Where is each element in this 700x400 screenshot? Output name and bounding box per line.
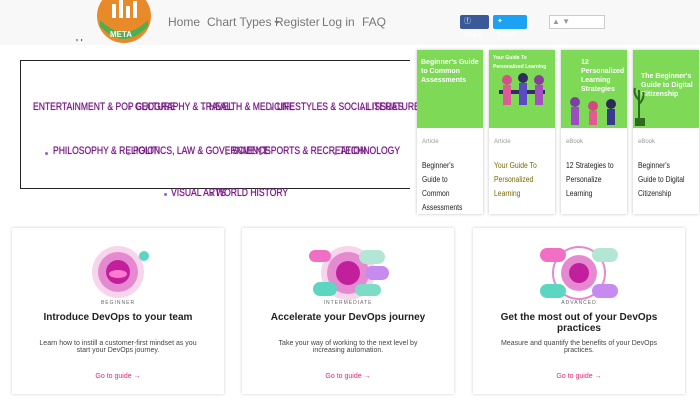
nav-home[interactable]: Home <box>168 15 200 29</box>
plant-illustration-icon <box>633 87 645 126</box>
thumbs-down-icon: ▼ <box>562 17 571 26</box>
people-illustration-icon <box>570 97 616 125</box>
category-link[interactable]: TECHNOLOGY <box>340 145 400 157</box>
separator-dot <box>225 152 228 155</box>
top-navbar: META Home Chart Types Register Log in FA… <box>0 0 700 45</box>
guide-source: Article <box>422 139 439 145</box>
go-to-guide-link[interactable]: Go to guide → <box>242 373 454 380</box>
go-to-guide-link[interactable]: Go to guide → <box>12 373 224 380</box>
twitter-icon: ✦ <box>497 18 503 25</box>
card-title: Introduce DevOps to your team <box>43 312 193 323</box>
guide-card[interactable]: The Beginner's Guide to Digital Citizens… <box>633 50 699 214</box>
guide-title[interactable]: 12 Strategies to Personalize Learning <box>566 159 615 201</box>
guide-thumbnail: The Beginner's Guide to Digital Citizens… <box>633 50 699 128</box>
nav-chart-types-label: Chart Types <box>207 15 272 29</box>
category-link[interactable]: WORLD HISTORY <box>216 187 288 199</box>
level-label: BEGINNER <box>100 300 136 306</box>
guide-thumbnail: Beginner's Guide to Common Assessments <box>417 50 483 128</box>
category-link[interactable]: LITERATURE <box>367 101 420 113</box>
separator-dot <box>259 152 262 155</box>
vote-widget[interactable]: ▲ ▼ <box>549 15 605 29</box>
separator-dot <box>270 107 273 110</box>
twitter-tweet-button[interactable]: ✦ Tweet <box>493 15 527 39</box>
facebook-share-button[interactable]: ⓕ Share <box>460 15 489 39</box>
guide-source: eBook <box>566 139 584 145</box>
stray-text: ' ' <box>76 38 83 49</box>
separator-dot <box>128 107 131 110</box>
devops-card-advanced[interactable]: ADVANCED Get the most out of your DevOps… <box>473 228 685 394</box>
devops-card-intermediate[interactable]: INTERMEDIATE Accelerate your DevOps jour… <box>242 228 454 394</box>
advanced-illustration-icon <box>540 246 618 300</box>
level-label: INTERMEDIATE <box>323 300 373 306</box>
guide-source: eBook <box>638 139 656 145</box>
level-label: ADVANCED <box>561 300 597 306</box>
separator-dot <box>210 193 213 196</box>
thumbs-up-icon: ▲ <box>552 17 560 26</box>
separator-dot <box>164 193 167 196</box>
guide-thumbnail: Your Guide To Personalized Learning <box>489 50 555 128</box>
logo-text: META <box>110 30 133 39</box>
guide-title[interactable]: Beginner's Guide to Digital Citizenship <box>638 159 687 201</box>
facebook-share-label: Share <box>464 32 483 39</box>
devops-card-beginner[interactable]: BEGINNER Introduce DevOps to your team L… <box>12 228 224 394</box>
facebook-icon: ⓕ <box>464 18 471 25</box>
separator-dot <box>360 107 363 110</box>
nav-login[interactable]: Log in <box>322 15 355 29</box>
guide-thumbnail-title: Beginner's Guide to Common Assessments <box>421 59 479 84</box>
guide-thumbnail: 12 Personalized Learning Strategies <box>561 50 627 128</box>
twitter-tweet-label: Tweet <box>497 32 516 39</box>
separator-dot <box>334 152 337 155</box>
separator-dot <box>202 107 205 110</box>
category-panel: ENTERTAINMENT & POP CULTURE GEOGRAPHY & … <box>20 60 420 199</box>
guide-title[interactable]: Beginner's Guide to Common Assessments <box>422 159 471 214</box>
guide-title[interactable]: Your Guide To Personalized Learning <box>494 159 543 201</box>
nav-register[interactable]: Register <box>275 15 320 29</box>
card-description: Learn how to instill a customer-first mi… <box>39 340 197 354</box>
site-logo[interactable] <box>96 0 152 46</box>
nav-faq[interactable]: FAQ <box>362 15 386 29</box>
guide-card[interactable]: Beginner's Guide to Common Assessments A… <box>417 50 483 214</box>
people-illustration-icon <box>499 73 545 105</box>
separator-dot <box>127 152 130 155</box>
separator-dot <box>45 152 48 155</box>
guide-card[interactable]: Your Guide To Personalized Learning Arti… <box>489 50 555 214</box>
nav-chart-types[interactable]: Chart Types <box>207 15 281 29</box>
card-title: Get the most out of your DevOps practice… <box>500 312 658 334</box>
card-description: Take your way of working to the next lev… <box>278 340 418 354</box>
card-description: Measure and quantify the benefits of you… <box>500 340 658 354</box>
card-title: Accelerate your DevOps journey <box>270 312 426 323</box>
beginner-illustration-icon <box>92 246 149 298</box>
go-to-guide-link[interactable]: Go to guide → <box>473 373 685 380</box>
intermediate-illustration-icon <box>309 246 389 300</box>
guide-card[interactable]: 12 Personalized Learning Strategies eBoo… <box>561 50 627 214</box>
guide-source: Article <box>494 139 511 145</box>
